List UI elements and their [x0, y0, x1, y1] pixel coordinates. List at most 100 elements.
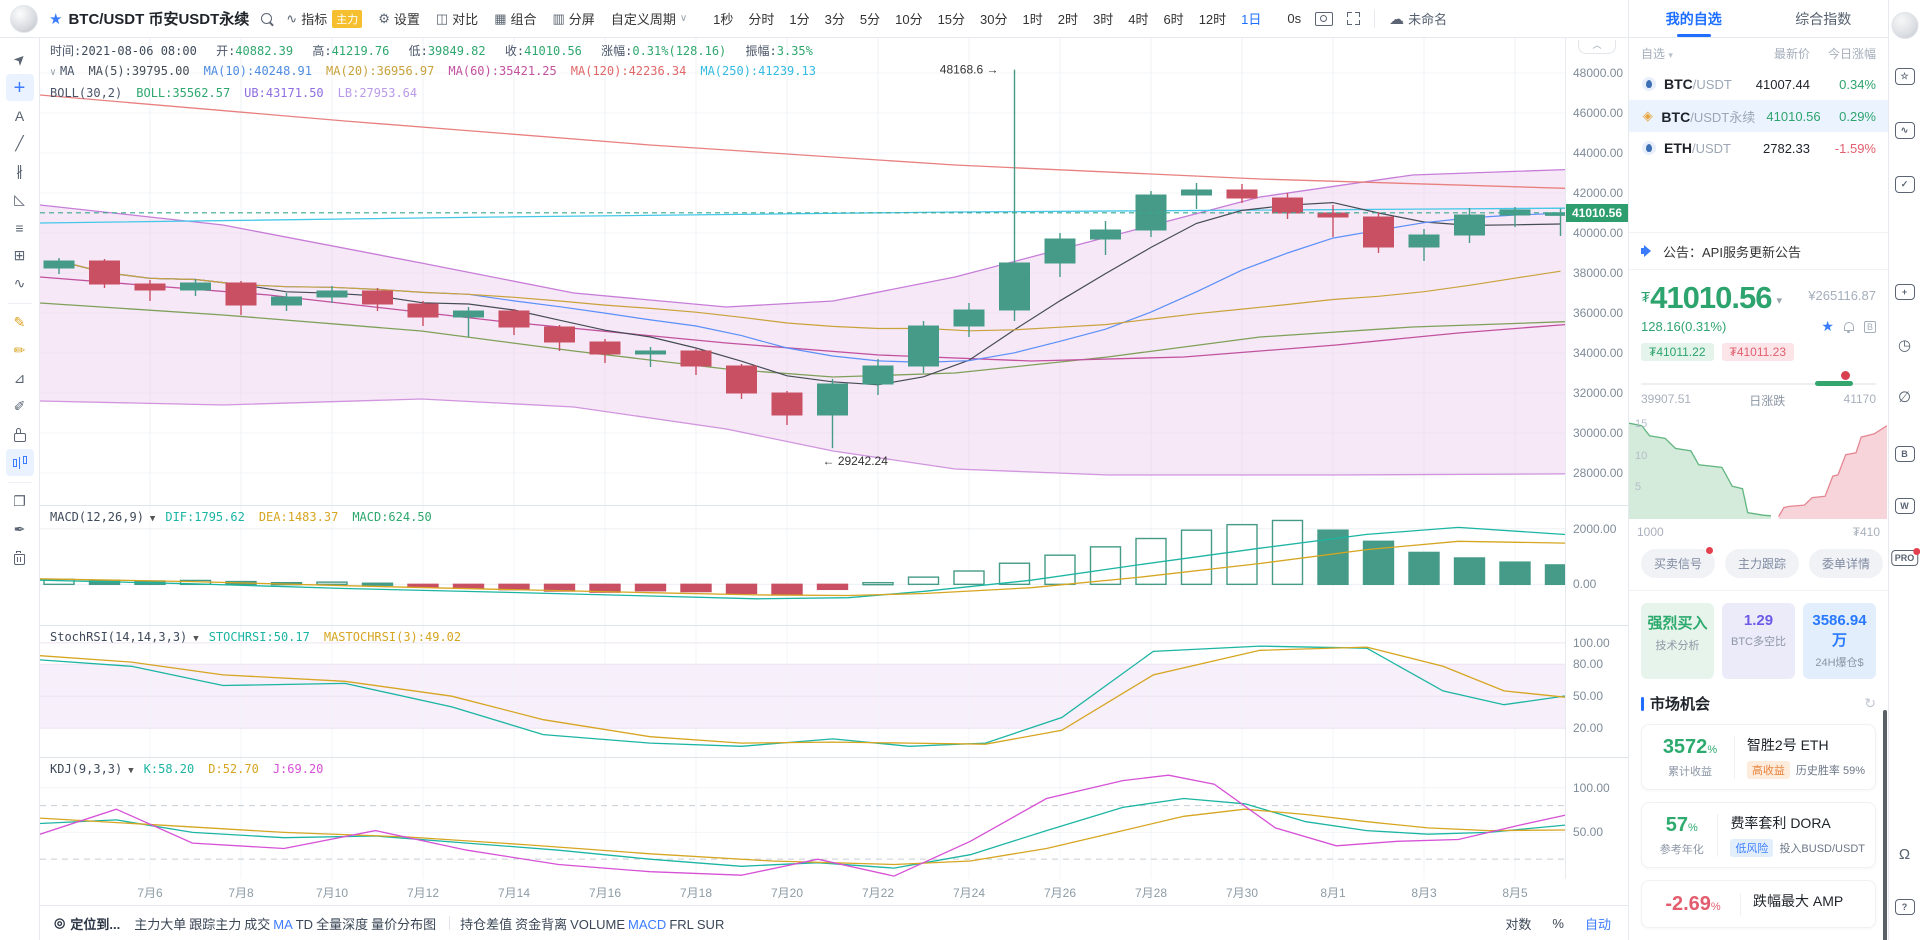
indicator-tab-量价分布图[interactable]: 量价分布图 — [371, 917, 436, 932]
market-card-费率套利 DORA[interactable]: 57% 参考年化 费率套利 DORA 低风险 投入BUSD/USDT — [1641, 802, 1876, 868]
macd-panel[interactable]: MACD(12,26,9) ▼ DIF:1795.62 DEA:1483.37 MACD… — [40, 505, 1628, 625]
market-card-智胜2号 ETH[interactable]: 3572% 累计收益 智胜2号 ETH 高收益 历史胜率 59% — [1641, 724, 1876, 790]
stochrsi-chart[interactable] — [40, 626, 1565, 757]
brand-badge-icon[interactable] — [1891, 12, 1918, 39]
kline-doc-icon[interactable]: ∿ — [1894, 122, 1915, 139]
range-slider[interactable] — [1641, 371, 1876, 389]
note-tool-icon[interactable]: ✒ — [6, 516, 34, 543]
time-axis[interactable]: 7月6 7月8 7月10 7月12 7月14 7月16 7月18 7月20 7月22 7月24 7月… — [40, 879, 1565, 905]
button-主力跟踪[interactable]: 主力跟踪 — [1725, 549, 1800, 578]
order-check-icon[interactable]: ✓ — [1894, 176, 1915, 193]
screenshot-icon[interactable] — [1315, 11, 1334, 26]
announcement-bar[interactable]: 公告：API服务更新公告 — [1629, 232, 1888, 270]
pointer-tool-icon[interactable]: ➤ — [6, 46, 34, 73]
pencil-tool-icon[interactable]: ✐ — [6, 393, 34, 420]
stat-card-BTC多空比[interactable]: 1.29 BTC多空比 — [1722, 603, 1795, 679]
parallel-lines-tool-icon[interactable]: ≡ — [6, 214, 34, 241]
tab-我的自选[interactable]: 我的自选 — [1629, 0, 1759, 37]
wave-tool-icon[interactable]: ∿ — [6, 270, 34, 297]
watchlist-icon[interactable]: ☆ — [1894, 68, 1915, 85]
indicator-tab-自动[interactable]: 自动 — [1585, 914, 1611, 933]
support-icon[interactable]: Ω — [1899, 846, 1910, 863]
highlight-tool-icon[interactable]: ✏ — [6, 337, 34, 364]
period-12时[interactable]: 12时 — [1199, 9, 1226, 28]
period-30分[interactable]: 30分 — [980, 9, 1007, 28]
custom-period-dropdown[interactable]: 自定义周期 ∨ — [611, 9, 691, 28]
indicator-tab-%[interactable]: % — [1552, 916, 1564, 931]
period-15分[interactable]: 15分 — [938, 9, 965, 28]
indicator-tab-跟踪主力[interactable]: 跟踪主力 — [189, 917, 241, 932]
alarm-icon[interactable]: ◷ — [1898, 336, 1911, 354]
b-badge-icon[interactable]: B — [1863, 320, 1876, 333]
brush-tool-icon[interactable]: ✎ — [6, 309, 34, 336]
search-icon[interactable] — [261, 13, 273, 24]
settings-menu[interactable]: ⚙ 设置 — [378, 9, 420, 28]
alert-bell-icon[interactable] — [1843, 322, 1854, 333]
period-4时[interactable]: 4时 — [1128, 9, 1148, 28]
locate-button[interactable]: ◎ 定位到... — [54, 914, 120, 933]
period-6时[interactable]: 6时 — [1163, 9, 1183, 28]
new-doc-icon[interactable]: + — [1894, 284, 1915, 300]
tab-综合指数[interactable]: 综合指数 — [1759, 0, 1889, 37]
indicator-tab-TD[interactable]: TD — [296, 917, 313, 932]
coin-row-BTC/USDT[interactable]: BTC/USDT 41007.44 0.34% — [1629, 68, 1888, 100]
refresh-icon[interactable]: ↻ — [1864, 695, 1876, 712]
crosshair-tool-icon[interactable]: + — [5, 74, 34, 101]
axis-collapse-button[interactable]: ︿ — [1578, 40, 1616, 54]
button-委单详情[interactable]: 委单详情 — [1809, 549, 1884, 578]
kdj-chart[interactable] — [40, 758, 1565, 879]
symbol-title[interactable]: BTC/USDT 币安USDT永续 — [68, 8, 249, 29]
candles-tool-icon[interactable] — [5, 449, 34, 476]
period-1秒[interactable]: 1秒 — [713, 9, 733, 28]
help-icon[interactable]: ? — [1894, 899, 1915, 915]
coin-row-BTC/USDT永续[interactable]: ◈ BTC/USDT永续 41010.56 0.29% — [1629, 100, 1888, 132]
main-force-badge[interactable]: 主力 — [332, 9, 363, 28]
stat-card-24H爆仓$[interactable]: 3586.94万 24H爆仓$ — [1803, 603, 1876, 679]
stat-card-技术分析[interactable]: 强烈买入 技术分析 — [1641, 603, 1714, 679]
price-axis[interactable]: ︿ 48000.00 46000.00 44000.00 42000.00 40000.… — [1565, 38, 1628, 505]
indicator-tab-资金背离[interactable]: 资金背离 — [515, 917, 567, 932]
indicator-tab-MA[interactable]: MA — [273, 917, 293, 932]
indicator-tab-成交[interactable]: 成交 — [244, 917, 270, 932]
lock-tool-icon[interactable] — [6, 421, 34, 448]
main-chart-panel[interactable]: 48168.6 → ← 29242.24 时间:2021-08-06 08:00 … — [40, 38, 1628, 505]
planet-icon[interactable]: ∅ — [1898, 388, 1911, 406]
hatch-line-tool-icon[interactable]: ∦ — [6, 158, 34, 185]
period-2时[interactable]: 2时 — [1058, 9, 1078, 28]
indicator-tab-主力大单[interactable]: 主力大单 — [134, 917, 186, 932]
split-screen-menu[interactable]: ▥ 分屏 — [553, 9, 595, 28]
button-买卖信号[interactable]: 买卖信号 — [1641, 547, 1716, 578]
indicator-menu[interactable]: ∿ 指标 主力 — [286, 9, 363, 28]
period-1日[interactable]: 1日 — [1241, 9, 1261, 28]
period-10分[interactable]: 10分 — [895, 9, 922, 28]
depth-chart-block[interactable]: 15 10 5 1000 ₮410 — [1629, 415, 1888, 539]
chevron-down-icon[interactable]: ▾ — [1776, 294, 1782, 307]
combo-menu[interactable]: ▦ 组合 — [494, 9, 536, 28]
indicator-tab-SUR[interactable]: SUR — [697, 917, 724, 932]
favorited-star-icon[interactable]: ★ — [1821, 318, 1834, 335]
app-logo[interactable] — [10, 4, 38, 33]
period-分时[interactable]: 分时 — [748, 9, 774, 28]
favorite-star-icon[interactable]: ★ — [49, 10, 62, 28]
period-3时[interactable]: 3时 — [1093, 9, 1113, 28]
rect-plus-tool-icon[interactable]: ⊞ — [6, 242, 34, 269]
indicator-tab-对数[interactable]: 对数 — [1505, 914, 1531, 933]
indicator-tab-VOLUME[interactable]: VOLUME — [570, 917, 625, 932]
period-3分[interactable]: 3分 — [825, 9, 845, 28]
triangle-tool-icon[interactable]: ◺ — [6, 186, 34, 213]
watchlist-filter[interactable]: 自选 ▾ — [1641, 45, 1732, 62]
indicator-tab-持仓差值[interactable]: 持仓差值 — [460, 917, 512, 932]
period-1分[interactable]: 1分 — [789, 9, 809, 28]
ruler-tool-icon[interactable]: ⊿ — [6, 365, 34, 392]
bookmark-tool-icon[interactable]: ❐ — [6, 488, 34, 515]
indicator-tab-FRL[interactable]: FRL — [669, 917, 694, 932]
fullscreen-icon[interactable] — [1347, 12, 1361, 25]
candlestick-chart[interactable]: 48168.6 → ← 29242.24 — [40, 38, 1565, 505]
pro-icon[interactable]: PRO — [1890, 548, 1920, 566]
save-layout-button[interactable]: ☁ 未命名 — [1389, 9, 1447, 28]
trash-tool-icon[interactable] — [6, 544, 34, 571]
compare-menu[interactable]: ◫ 对比 — [436, 9, 478, 28]
web-window-icon[interactable]: W — [1894, 498, 1915, 514]
period-5分[interactable]: 5分 — [860, 9, 880, 28]
indicator-tab-全量深度[interactable]: 全量深度 — [316, 917, 368, 932]
